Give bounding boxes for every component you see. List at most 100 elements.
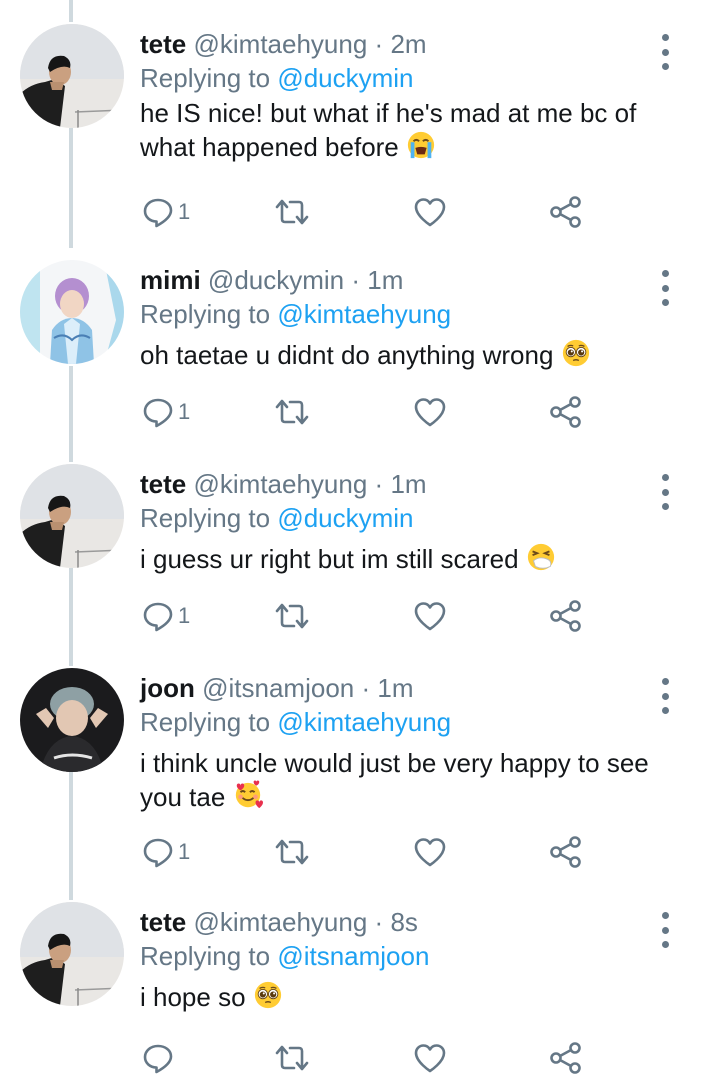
separator-dot: · (351, 265, 361, 295)
replying-label: Replying to (140, 63, 271, 93)
avatar[interactable] (20, 668, 124, 772)
mention-link[interactable]: @kimtaehyung (277, 299, 451, 329)
replying-to: Replying to @kimtaehyung (140, 706, 451, 738)
pleading-face-emoji-icon (253, 980, 283, 1010)
share-icon (549, 1041, 583, 1075)
like-button[interactable] (413, 596, 447, 636)
display-name[interactable]: tete (140, 29, 186, 59)
handle[interactable]: @kimtaehyung (193, 29, 367, 59)
reply-button[interactable]: 1 (142, 832, 190, 872)
share-icon (549, 599, 583, 633)
tweet-text-content: i hope so (140, 982, 246, 1012)
reply-button[interactable]: 1 (142, 392, 190, 432)
tweet-header: tete @kimtaehyung · 2m (140, 28, 427, 60)
separator-dot: · (374, 29, 384, 59)
tweet-text-content: i guess ur right but im still scared (140, 544, 519, 574)
tweet-text: i think uncle would just be very happy t… (140, 746, 660, 814)
tweet-actions: 1 (0, 832, 720, 872)
replying-to: Replying to @kimtaehyung (140, 298, 451, 330)
display-name[interactable]: tete (140, 469, 186, 499)
like-button[interactable] (413, 1038, 447, 1078)
loudly-crying-face-emoji-icon (406, 130, 436, 160)
more-options-icon[interactable] (653, 34, 677, 70)
share-icon (549, 395, 583, 429)
tweet-text: oh taetae u didnt do anything wrong (140, 338, 685, 372)
tweet-text-content: oh taetae u didnt do anything wrong (140, 340, 554, 370)
sneezing-face-emoji-icon (526, 542, 556, 572)
reply-count: 1 (178, 603, 191, 628)
avatar[interactable] (20, 24, 124, 128)
thread-line (69, 0, 73, 22)
reply-icon (142, 836, 174, 868)
share-button[interactable] (549, 832, 583, 872)
retweet-button[interactable] (272, 392, 312, 432)
replying-to: Replying to @itsnamjoon (140, 940, 429, 972)
timestamp[interactable]: 1m (390, 469, 426, 499)
reply-count: 1 (178, 199, 191, 224)
retweet-button[interactable] (272, 596, 312, 636)
share-button[interactable] (549, 1038, 583, 1078)
mention-link[interactable]: @kimtaehyung (277, 707, 451, 737)
handle[interactable]: @itsnamjoon (202, 673, 354, 703)
retweet-button[interactable] (272, 832, 312, 872)
handle[interactable]: @kimtaehyung (193, 907, 367, 937)
retweet-icon (272, 1042, 312, 1074)
tweet-actions: 1 (0, 596, 720, 636)
reply-button[interactable]: 1 (142, 192, 190, 232)
replying-label: Replying to (140, 707, 271, 737)
avatar[interactable] (20, 464, 124, 568)
like-icon (413, 836, 447, 868)
more-options-icon[interactable] (653, 270, 677, 306)
like-button[interactable] (413, 832, 447, 872)
mention-link[interactable]: @itsnamjoon (277, 941, 429, 971)
tweet-actions: 1 (0, 392, 720, 432)
share-button[interactable] (549, 596, 583, 636)
separator-dot: · (374, 469, 384, 499)
retweet-icon (272, 396, 312, 428)
display-name[interactable]: tete (140, 907, 186, 937)
reply-count: 1 (178, 839, 191, 864)
display-name[interactable]: mimi (140, 265, 201, 295)
share-icon (549, 195, 583, 229)
tweet-text: i guess ur right but im still scared (140, 542, 685, 576)
avatar[interactable] (20, 260, 124, 364)
separator-dot: · (361, 673, 371, 703)
retweet-icon (272, 196, 312, 228)
replying-label: Replying to (140, 299, 271, 329)
share-icon (549, 835, 583, 869)
retweet-button[interactable] (272, 1038, 312, 1078)
reply-icon (142, 396, 174, 428)
share-button[interactable] (549, 192, 583, 232)
more-options-icon[interactable] (653, 912, 677, 948)
timestamp[interactable]: 8s (390, 907, 417, 937)
reply-button[interactable]: 1 (142, 596, 190, 636)
share-button[interactable] (549, 392, 583, 432)
like-icon (413, 600, 447, 632)
tweet-actions (0, 1038, 720, 1078)
tweet-actions: 1 (0, 192, 720, 232)
reply-icon (142, 1042, 174, 1074)
reply-button[interactable] (142, 1038, 174, 1078)
handle[interactable]: @duckymin (208, 265, 344, 295)
mention-link[interactable]: @duckymin (277, 503, 413, 533)
display-name[interactable]: joon (140, 673, 195, 703)
retweet-button[interactable] (272, 192, 312, 232)
avatar[interactable] (20, 902, 124, 1006)
like-icon (413, 1042, 447, 1074)
handle[interactable]: @kimtaehyung (193, 469, 367, 499)
timestamp[interactable]: 2m (390, 29, 426, 59)
tweet-header: tete @kimtaehyung · 8s (140, 906, 418, 938)
timestamp[interactable]: 1m (367, 265, 403, 295)
more-options-icon[interactable] (653, 474, 677, 510)
mention-link[interactable]: @duckymin (277, 63, 413, 93)
like-button[interactable] (413, 392, 447, 432)
tweet-header: joon @itsnamjoon · 1m (140, 672, 414, 704)
like-button[interactable] (413, 192, 447, 232)
reply-count: 1 (178, 399, 191, 424)
like-icon (413, 196, 447, 228)
separator-dot: · (374, 907, 384, 937)
replying-to: Replying to @duckymin (140, 502, 414, 534)
timestamp[interactable]: 1m (377, 673, 413, 703)
more-options-icon[interactable] (653, 678, 677, 714)
tweet-header: tete @kimtaehyung · 1m (140, 468, 427, 500)
